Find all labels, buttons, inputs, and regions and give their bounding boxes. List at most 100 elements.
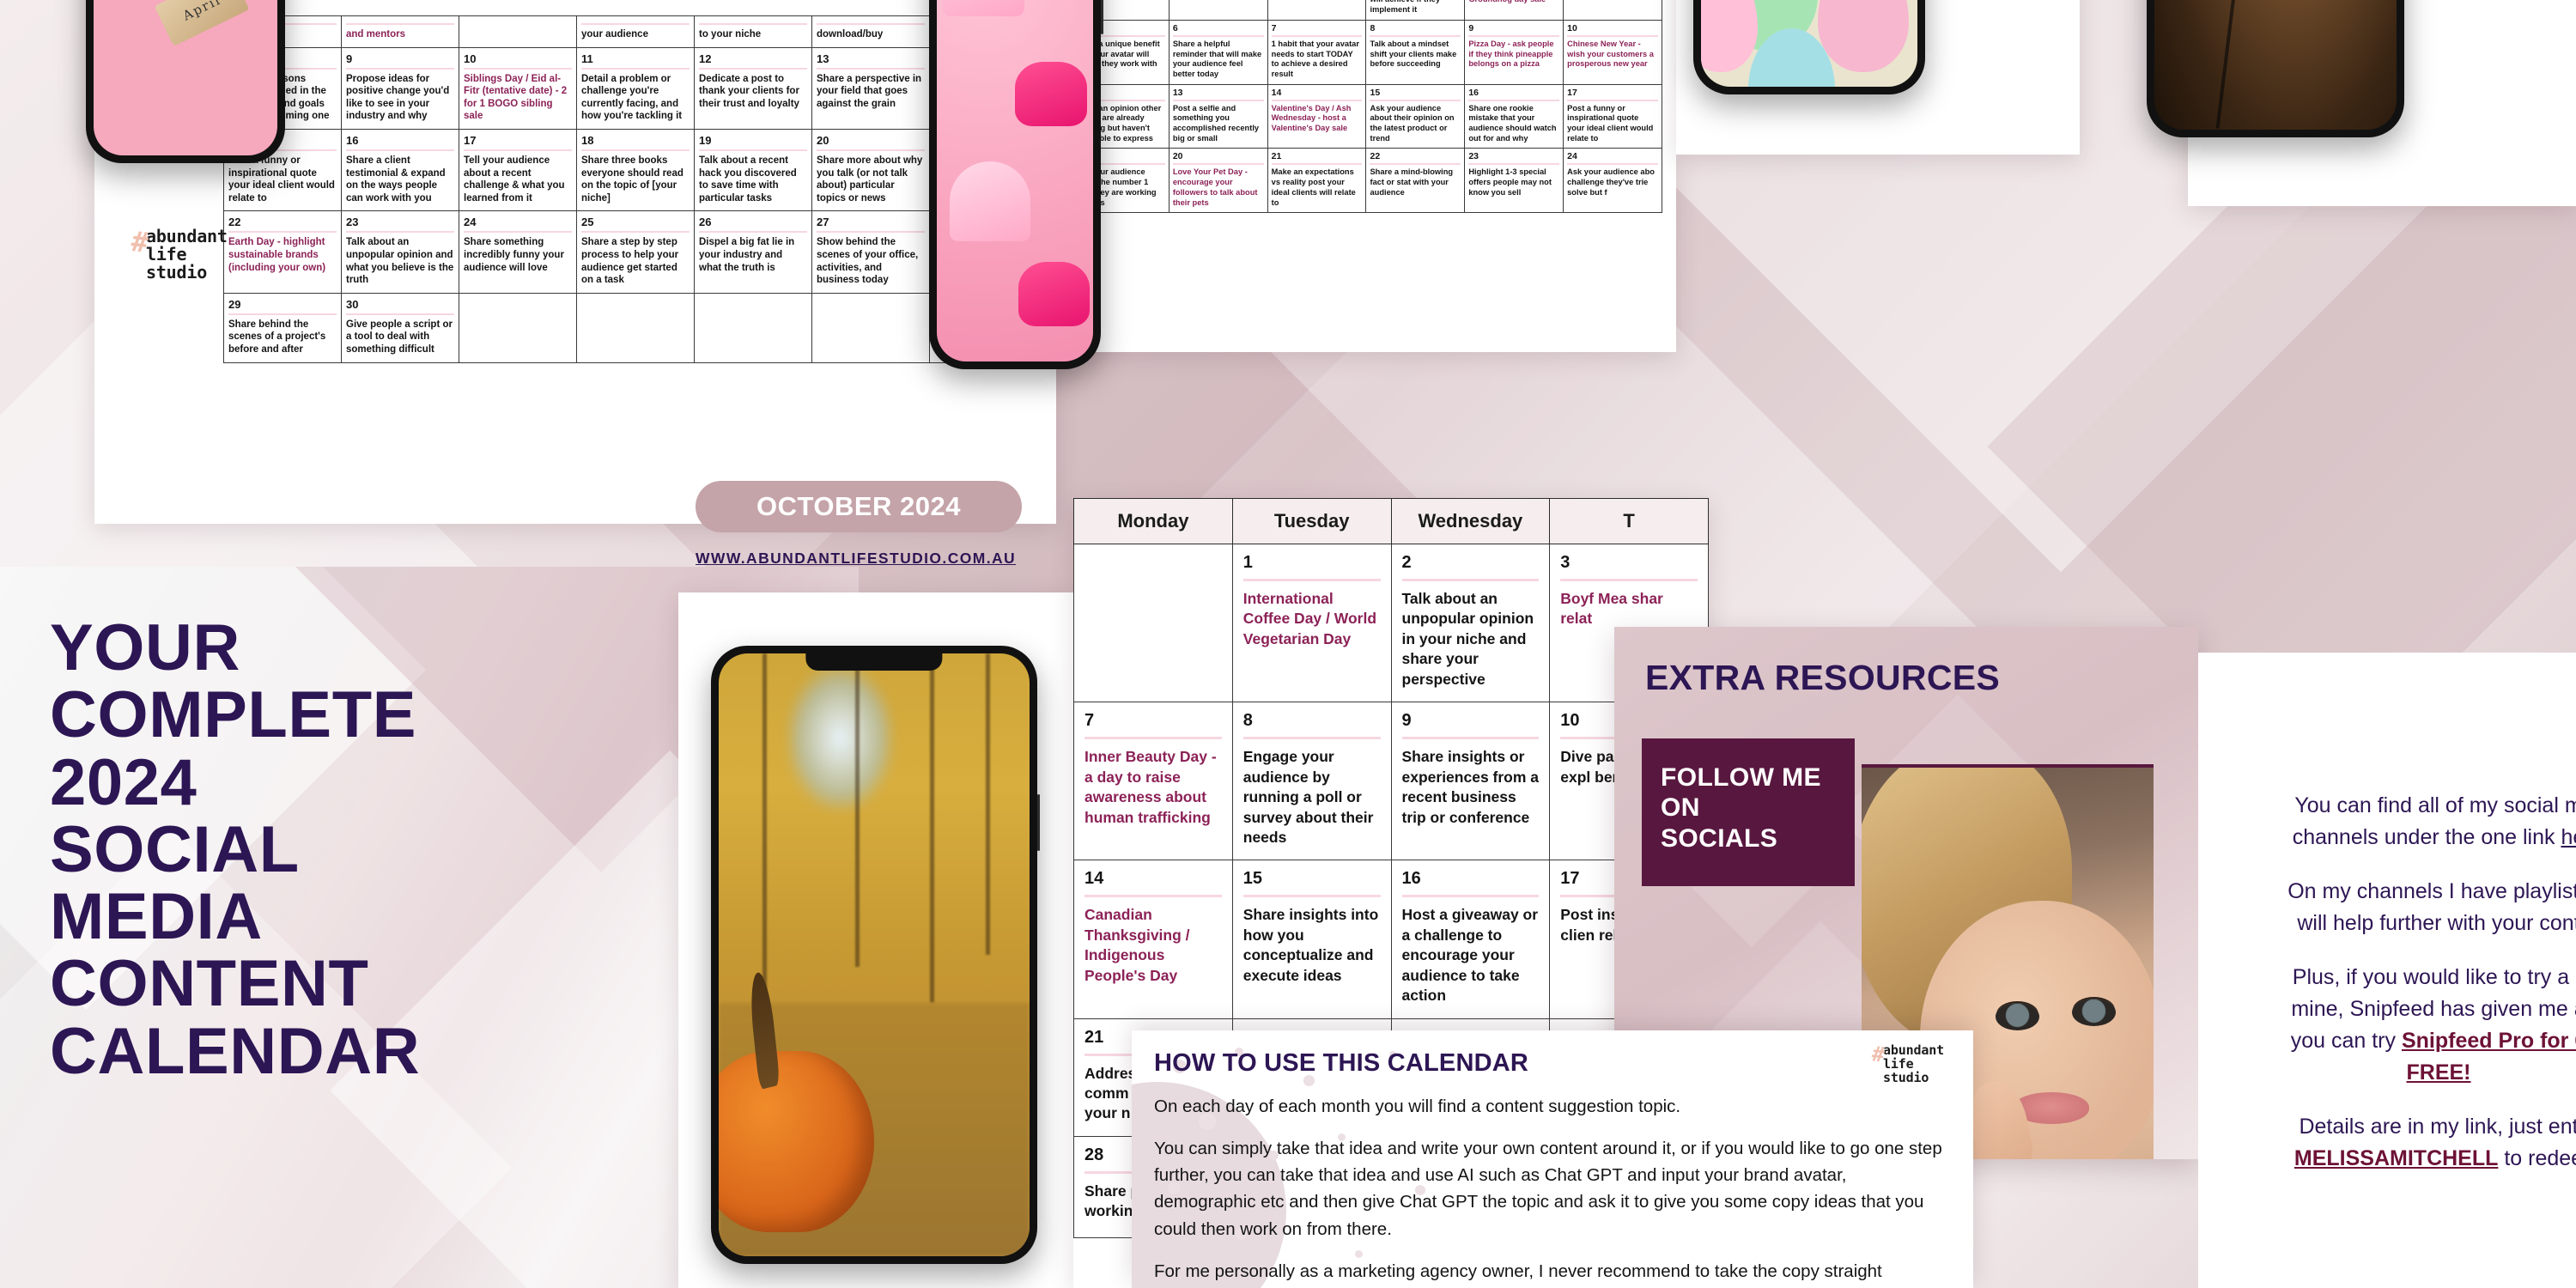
calendar-cell-rule xyxy=(464,149,572,151)
eye-right xyxy=(2071,999,2116,1026)
calendar-day-number: 14 xyxy=(1084,869,1104,889)
calendar-cell-rule xyxy=(1172,34,1264,37)
phone-side-button xyxy=(1101,0,1103,34)
right-panel-paragraph-4: Details are in my link, just ent MELISSA… xyxy=(2198,1111,2576,1175)
calendar-cell-rule xyxy=(346,149,454,151)
title-line-7: CALENDAR xyxy=(50,1014,421,1088)
calendar-day-number: 3 xyxy=(1560,553,1571,572)
calendar-day-number: 6 xyxy=(1172,22,1178,33)
calendar-cell-text: Share a resource you offer and what peop… xyxy=(1370,0,1440,15)
calendar-cell: Share a resource you offer and what peop… xyxy=(1365,0,1466,21)
right-panel-paragraph-1: You can find all of my social m channels… xyxy=(2198,790,2576,854)
calendar-cell-text: Canadian Thanksgiving / Indigenous Peopl… xyxy=(1084,906,1190,984)
april-artwork: 1 April xyxy=(94,0,277,155)
calendar-cell-text: and mentors xyxy=(346,29,406,39)
snipfeed-link[interactable]: Snipfeed Pro for 6 xyxy=(2402,1029,2576,1053)
how-to-use-card: HOW TO USE THIS CALENDAR On each day of … xyxy=(1132,1030,1973,1288)
phone-side-button xyxy=(1037,793,1040,851)
calendar-cell: 18 Share three books everyone should read… xyxy=(576,128,695,212)
title-line-6: CONTENT xyxy=(50,947,369,1021)
calendar-day-number: 22 xyxy=(228,216,241,229)
rp1-link[interactable]: he xyxy=(2561,825,2576,849)
calendar-cell: 10 Chinese New Year - wish your customers… xyxy=(1563,19,1662,85)
calendar-day-number: 10 xyxy=(1567,22,1577,33)
calendar-cell: 16 Share a client testimonial & expand on… xyxy=(341,128,459,212)
calendar-cell-rule xyxy=(1242,895,1381,898)
calendar-cell-text: Engage your audience by running a poll o… xyxy=(1242,748,1374,846)
calendar-cell-rule xyxy=(228,231,337,234)
calendar-cell-text: Share more about why you talk (or not ta… xyxy=(817,155,923,204)
calendar-column-header: T xyxy=(1549,498,1709,544)
calendar-cell-text: Love Your Pet Day - encourage your follo… xyxy=(1172,167,1258,207)
title-line-5: MEDIA xyxy=(50,880,263,954)
calendar-cell-text: Talk about a mindset shift your clients … xyxy=(1370,39,1457,69)
calendar-cell: 21 Make an expectations vs reality post y… xyxy=(1267,148,1367,214)
calendar-cell: 13 Post a selfie and something you accomp… xyxy=(1168,83,1268,149)
website-link[interactable]: WWW.ABUNDANTLIFESTUDIO.COM.AU xyxy=(696,550,1056,568)
calendar-column-header: Wednesday xyxy=(1390,498,1551,544)
follow-line-1: FOLLOW ME ON xyxy=(1661,763,1821,823)
calendar-cell-text: Talk about an unpopular opinion in your … xyxy=(1401,590,1534,688)
calendar-day-number: 8 xyxy=(1242,711,1253,731)
egg-8 xyxy=(1818,0,1909,73)
calendar-row: 8Discuss lessons you've learned in the p… xyxy=(223,46,1048,130)
calendar-cell-text: Detail a problem or challenge you're cur… xyxy=(581,73,683,122)
calendar-cell: download/buy xyxy=(811,15,930,48)
calendar-column-header: Tuesday xyxy=(1231,498,1392,544)
calendar-cell-text: Propose ideas for positive change you'd … xyxy=(346,73,450,122)
hash-icon: # xyxy=(1870,1041,1886,1068)
calendar-cell: 23 Talk about an unpopular opinion and wh… xyxy=(341,210,459,294)
calendar-day-number: 19 xyxy=(699,133,712,147)
calendar-cell: 7 Inner Beauty Day - a day to raise aware… xyxy=(1073,702,1233,861)
pink-hearts-artwork xyxy=(937,0,1093,361)
calendar-cell-rule xyxy=(1468,163,1560,166)
october-calendar-head: Monday Tuesday Wednesday T xyxy=(1073,498,1709,544)
calendar-day-number: 24 xyxy=(464,216,477,229)
calendar-cell-rule xyxy=(817,67,925,70)
calendar-cell-text: Siblings Day / Eid al-Fitr (tentative da… xyxy=(464,73,568,122)
calendar-cell-rule xyxy=(1084,895,1222,898)
calendar-cell: 7 1 habit that your avatar needs to start… xyxy=(1267,19,1367,85)
calendar-cell-rule xyxy=(699,23,807,25)
calendar-cell-text: Valentine's Day / Ash Wednesday - host a… xyxy=(1271,103,1352,133)
calendar-cell-rule xyxy=(1370,34,1461,37)
calendar-day-number: 2 xyxy=(1401,553,1412,572)
promo-code-link[interactable]: MELISSAMITCHELL xyxy=(2294,1146,2499,1170)
calendar-day-number: 11 xyxy=(581,52,593,65)
calendar-cell xyxy=(576,292,695,363)
calendar-cell-text: Share one rookie mistake that your audie… xyxy=(1468,103,1557,143)
calendar-cell: 29 Share behind the scenes of a project's… xyxy=(223,292,342,363)
calendar-cell-text: download/buy xyxy=(817,29,884,39)
follow-me-box: FOLLOW ME ON SOCIALS xyxy=(1642,738,1855,886)
sparkler-stick xyxy=(2215,0,2262,129)
logo-line-1: abundant xyxy=(146,226,228,246)
calendar-day-number: 30 xyxy=(346,297,359,311)
calendar-cell-rule xyxy=(1172,163,1264,166)
phone-mockup-april: 1 April xyxy=(86,0,285,163)
feb-calendar-card: Share a resource you offer and what peop… xyxy=(1058,0,1676,352)
october-month-badge: OCTOBER 2024 xyxy=(696,481,1022,532)
calendar-cell xyxy=(811,292,930,363)
calendar-cell-text: Dispel a big fat lie in your industry an… xyxy=(699,237,795,273)
calendar-day-number: 12 xyxy=(699,52,712,65)
calendar-day-number: 29 xyxy=(228,297,241,311)
calendar-day-number: 8 xyxy=(1370,22,1376,33)
calendar-cell-text: Share behind the scenes of a project's b… xyxy=(228,319,326,355)
calendar-day-number: 14 xyxy=(1271,87,1282,98)
calendar-row: 7 Inner Beauty Day - a day to raise aware… xyxy=(1073,702,1709,861)
calendar-cell: 13 Share a perspective in your field that… xyxy=(811,46,930,130)
calendar-cell: 26 Dispel a big fat lie in your industry … xyxy=(694,210,812,294)
calendar-cell: 22 Earth Day - highlight sustainable bran… xyxy=(223,210,342,294)
calendar-cell-rule xyxy=(817,23,925,25)
how-to-use-paragraph-2: You can simply take that idea and write … xyxy=(1154,1139,1942,1239)
logo-line-3: studio xyxy=(146,262,208,283)
calendar-day-number: 22 xyxy=(1370,151,1381,162)
calendar-cell: 16 Host a giveaway or a challenge to enco… xyxy=(1390,860,1551,1019)
calendar-cell: 8 Engage your audience by running a poll … xyxy=(1231,702,1392,861)
calendar-cell-text: Ask your audience abo challenge they've … xyxy=(1567,167,1655,197)
calendar-cell-text: Tell your audience about a recent challe… xyxy=(464,155,565,204)
calendar-cell: 27 Show behind the scenes of your office,… xyxy=(811,210,930,294)
free-link[interactable]: FREE! xyxy=(2407,1060,2471,1084)
calendar-cell-text: 1 habit that your avatar needs to start … xyxy=(1271,39,1359,78)
brand-logo: # abundant life studio xyxy=(130,225,228,283)
